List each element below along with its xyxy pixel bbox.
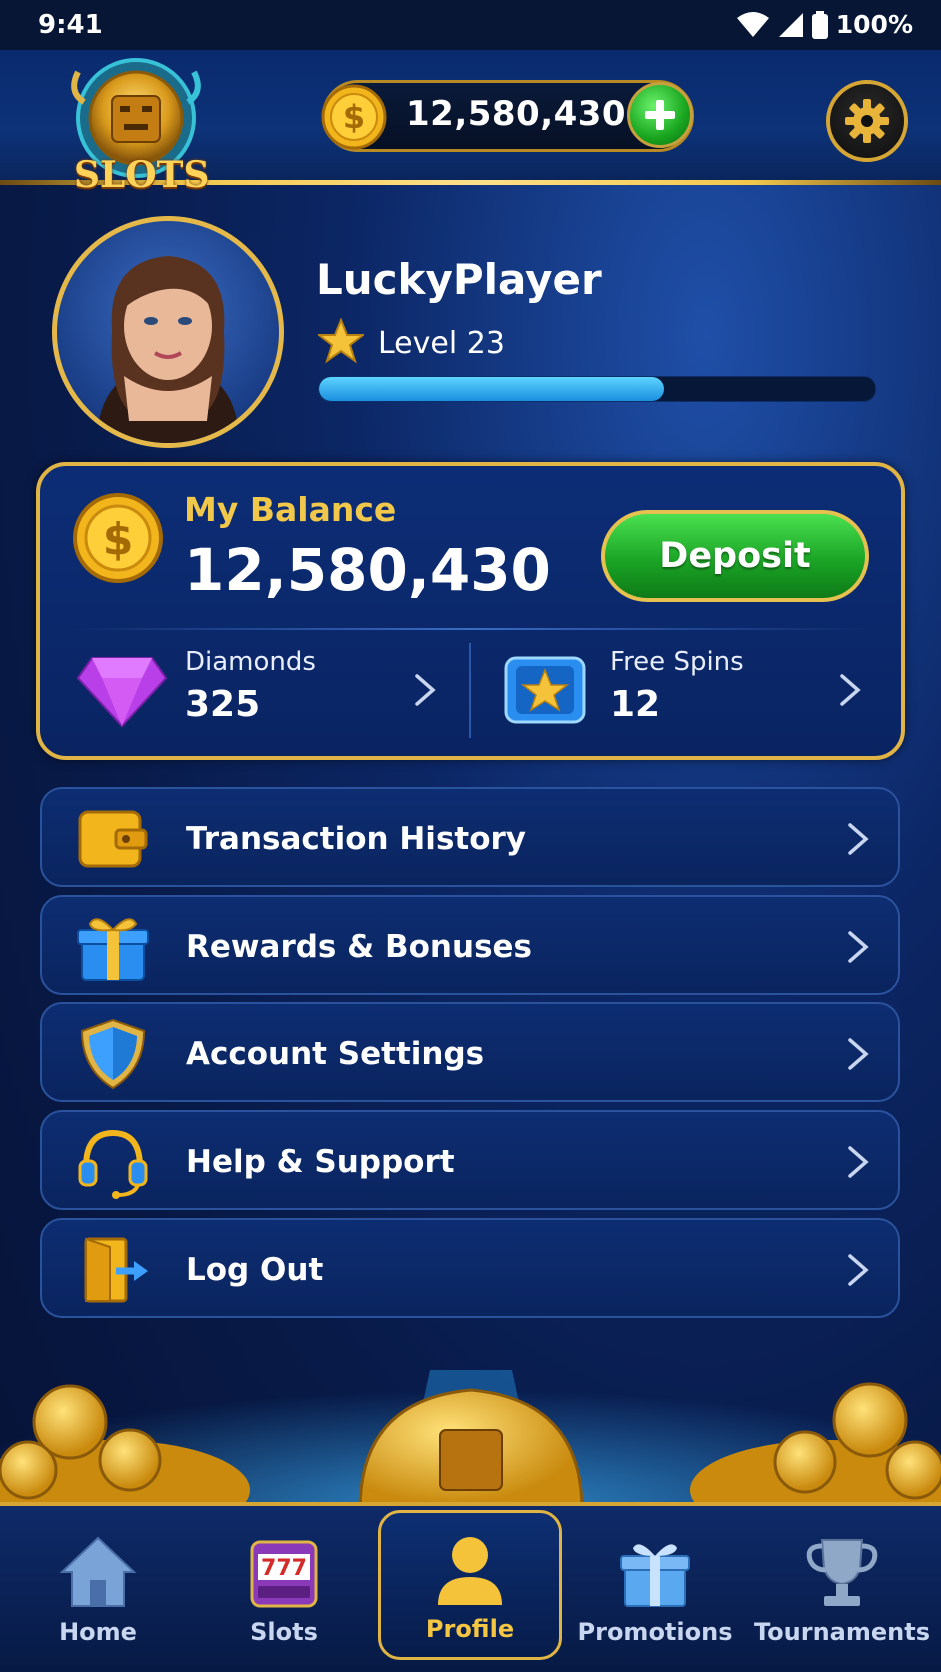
gear-icon: [845, 99, 889, 143]
nav-label: Slots: [250, 1618, 318, 1646]
logo-text: SLOTS: [74, 154, 210, 196]
gift-icon: [620, 1544, 690, 1607]
treasure-decoration: [0, 1310, 941, 1540]
menu-item-transaction-history[interactable]: Transaction History: [40, 787, 900, 887]
username: LuckyPlayer: [316, 255, 602, 304]
home-icon: [59, 1536, 137, 1607]
status-time: 9:41: [38, 10, 103, 40]
menu-label: Log Out: [186, 1252, 324, 1288]
signal-icon: [778, 12, 803, 37]
diamonds-label: Diamonds: [185, 647, 316, 677]
battery-percent: 100%: [835, 10, 913, 39]
status-icons: 100%: [736, 10, 913, 39]
nav-promotions[interactable]: Promotions: [565, 1510, 745, 1660]
settings-button[interactable]: [826, 80, 908, 162]
chevron-right-icon: [848, 1146, 869, 1178]
coin-icon: $: [320, 83, 388, 151]
battery-icon: [811, 10, 828, 39]
chevron-right-icon: [848, 1254, 869, 1286]
free-spins-label: Free Spins: [610, 647, 744, 677]
headset-icon: [76, 1125, 150, 1199]
nav-profile[interactable]: Profile: [378, 1510, 562, 1660]
nav-label: Promotions: [577, 1618, 733, 1646]
diamond-icon: [76, 652, 168, 728]
nav-label: Home: [59, 1618, 137, 1646]
svg-text:$: $: [343, 98, 365, 136]
free-spins-value: 12: [610, 684, 661, 725]
trophy-icon: [806, 1539, 878, 1606]
diamonds-value: 325: [185, 684, 261, 725]
menu-item-log-out[interactable]: Log Out: [40, 1218, 900, 1318]
menu-label: Transaction History: [186, 821, 527, 857]
avatar[interactable]: [52, 216, 284, 448]
menu-item-account-settings[interactable]: Account Settings: [40, 1002, 900, 1102]
level-label: Level 23: [378, 326, 505, 361]
chevron-right-icon: [848, 931, 869, 963]
menu-label: Help & Support: [186, 1144, 455, 1180]
shield-icon: [76, 1017, 150, 1091]
menu-item-help-support[interactable]: Help & Support: [40, 1110, 900, 1210]
user-icon: [438, 1537, 502, 1605]
slot-machine-icon: 777: [250, 1540, 318, 1608]
chevron-right-icon: [848, 1038, 869, 1070]
ticket-star-icon: [500, 652, 592, 728]
coin-balance-value: 12,580,430: [406, 94, 627, 134]
chevron-right-icon: [840, 674, 861, 706]
nav-label: Tournaments: [753, 1618, 930, 1646]
svg-text:$: $: [103, 514, 134, 565]
balance-value: 12,580,430: [184, 536, 551, 604]
wifi-icon: [736, 11, 769, 37]
menu-label: Rewards & Bonuses: [186, 929, 532, 965]
card-vertical-divider: [469, 643, 471, 738]
plus-icon: [645, 100, 675, 130]
chevron-right-icon: [415, 674, 436, 706]
logout-icon: [76, 1233, 150, 1307]
free-spins-stat[interactable]: Free Spins 12: [500, 640, 880, 740]
nav-slots[interactable]: 777 Slots: [194, 1510, 374, 1660]
xp-progress-fill: [319, 377, 664, 401]
xp-progress-bar: [318, 376, 876, 402]
nav-label: Profile: [425, 1615, 515, 1643]
menu-item-rewards-bonuses[interactable]: Rewards & Bonuses: [40, 895, 900, 995]
balance-label: My Balance: [184, 490, 397, 529]
nav-tournaments[interactable]: Tournaments: [752, 1510, 932, 1660]
wallet-icon: [76, 802, 150, 876]
star-icon: [316, 317, 366, 364]
card-divider: [70, 628, 870, 630]
svg-text:777: 777: [261, 1556, 307, 1581]
deposit-button[interactable]: Deposit: [601, 510, 869, 602]
add-coins-button[interactable]: [627, 82, 693, 148]
nav-home[interactable]: Home: [8, 1510, 188, 1660]
gift-icon: [76, 910, 150, 984]
diamonds-stat[interactable]: Diamonds 325: [70, 640, 450, 740]
menu-label: Account Settings: [186, 1036, 485, 1072]
chevron-right-icon: [848, 823, 869, 855]
coin-icon: $: [72, 492, 164, 584]
